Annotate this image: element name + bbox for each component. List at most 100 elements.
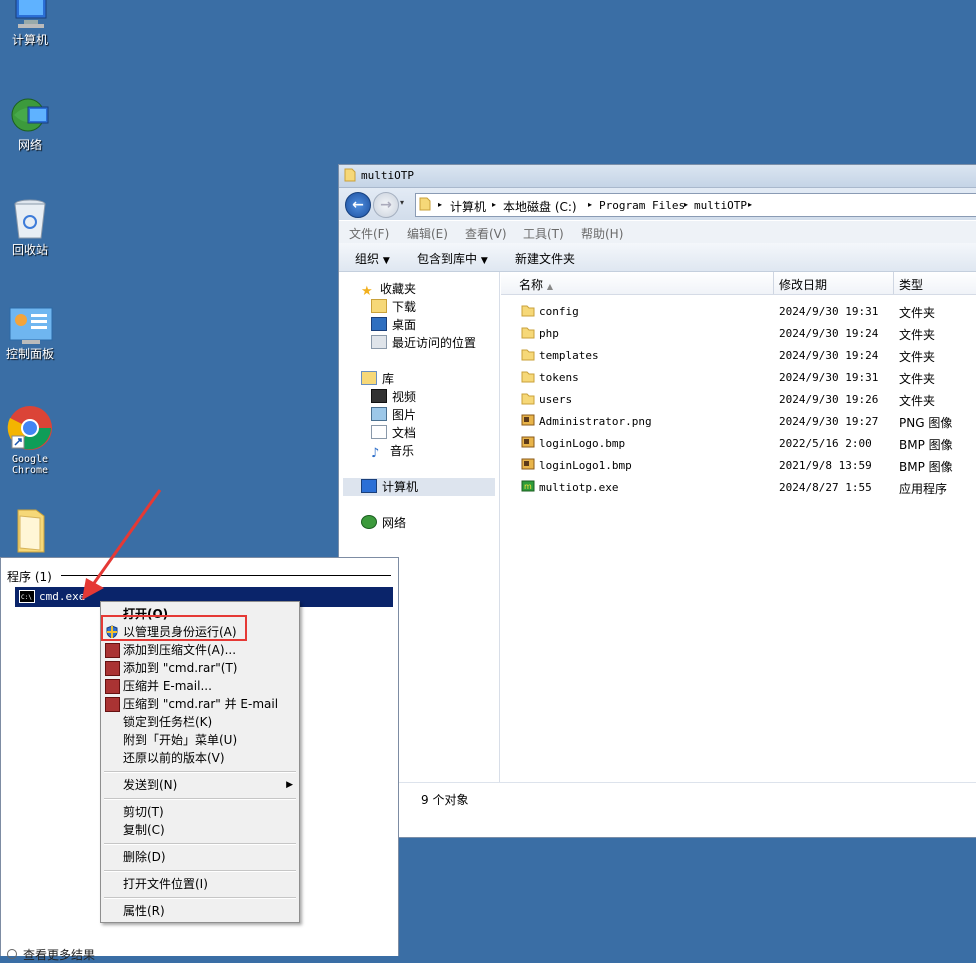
- breadcrumb-multiotp[interactable]: multiOTP: [694, 199, 747, 212]
- file-date: 2024/8/27 1:55: [779, 481, 872, 494]
- chevron-right-icon[interactable]: ▸: [438, 200, 442, 209]
- menu-copy[interactable]: 复制(C): [123, 821, 293, 839]
- chevron-right-icon[interactable]: ▸: [588, 200, 592, 209]
- network-globe-icon: [11, 98, 49, 132]
- chevron-right-icon[interactable]: ▸: [684, 200, 688, 209]
- menu-add-to-archive[interactable]: 添加到压缩文件(A)...: [105, 641, 293, 659]
- context-menu: 打开(O) 以管理员身份运行(A) 添加到压缩文件(A)... 添加到 "cmd…: [100, 601, 300, 923]
- file-type: 文件夹: [899, 328, 936, 342]
- file-row[interactable]: loginLogo1.bmp 2021/9/8 13:59 BMP 图像: [501, 454, 976, 476]
- nav-label: 视频: [392, 390, 417, 404]
- nav-libraries[interactable]: 库: [361, 370, 394, 388]
- menu-pin-to-start[interactable]: 附到「开始」菜单(U): [123, 731, 293, 749]
- menu-help[interactable]: 帮助(H): [581, 225, 623, 242]
- winrar-icon: [105, 643, 120, 658]
- back-button[interactable]: ←: [345, 192, 371, 218]
- nav-computer[interactable]: 计算机: [343, 478, 495, 496]
- nav-videos[interactable]: 视频: [371, 388, 416, 406]
- nav-network[interactable]: 网络: [361, 514, 406, 532]
- address-bar[interactable]: ▸ 计算机 ▸ 本地磁盘 (C:) ▸ Program Files ▸ mult…: [415, 193, 976, 217]
- desktop-icon-folder[interactable]: [0, 506, 60, 556]
- nav-recent-places[interactable]: 最近访问的位置: [371, 334, 476, 352]
- history-dropdown-icon[interactable]: ▾: [400, 198, 404, 207]
- nav-favorites[interactable]: ★ 收藏夹: [361, 280, 416, 299]
- file-row[interactable]: m multiotp.exe 2024/8/27 1:55 应用程序: [501, 476, 976, 498]
- desktop-icon-label: 控制面板: [5, 347, 54, 361]
- address-row: ← → ▾ ▸ 计算机 ▸ 本地磁盘 (C:) ▸ Program Files …: [339, 188, 976, 220]
- highlight-box: [101, 615, 247, 641]
- file-row[interactable]: loginLogo.bmp 2022/5/16 2:00 BMP 图像: [501, 432, 976, 454]
- breadcrumb-computer[interactable]: 计算机: [450, 198, 486, 215]
- organize-button[interactable]: 组织 ▼: [355, 250, 390, 267]
- file-row[interactable]: tokens 2024/9/30 19:31 文件夹: [501, 366, 976, 388]
- sort-up-icon: ▲: [546, 282, 553, 291]
- nav-desktop[interactable]: 桌面: [371, 316, 416, 334]
- menu-cut[interactable]: 剪切(T): [123, 803, 293, 821]
- breadcrumb-program-files[interactable]: Program Files: [599, 199, 685, 212]
- menu-compress-to-cmd-rar-email-label: 压缩到 "cmd.rar" 并 E-mail: [123, 697, 279, 711]
- nav-label: 下载: [392, 300, 417, 314]
- menu-pin-to-taskbar[interactable]: 锁定到任务栏(K): [123, 713, 293, 731]
- menu-tools[interactable]: 工具(T): [523, 225, 564, 242]
- menu-add-to-cmd-rar-label: 添加到 "cmd.rar"(T): [123, 661, 238, 675]
- nav-label: 桌面: [392, 318, 417, 332]
- column-date[interactable]: 修改日期: [779, 276, 827, 293]
- menu-open-file-location[interactable]: 打开文件位置(I): [123, 875, 293, 893]
- menu-edit[interactable]: 编辑(E): [407, 225, 448, 242]
- desktop-icon-recycle-bin[interactable]: 回收站: [0, 198, 60, 257]
- file-row[interactable]: templates 2024/9/30 19:24 文件夹: [501, 344, 976, 366]
- recycle-bin-icon: [14, 199, 46, 239]
- breadcrumb-local-disk[interactable]: 本地磁盘 (C:): [503, 198, 577, 215]
- file-type: 应用程序: [899, 482, 948, 496]
- nav-music[interactable]: ♪ 音乐: [371, 442, 414, 461]
- file-list-pane: 名称 ▲ 修改日期 类型 config 2024/9/30 19:31 文件夹 php…: [501, 272, 976, 782]
- file-row[interactable]: users 2024/9/30 19:26 文件夹: [501, 388, 976, 410]
- desktop-icon-control-panel[interactable]: 控制面板: [0, 306, 60, 361]
- desktop-icon: [371, 317, 387, 331]
- menu-compress-email[interactable]: 压缩并 E-mail...: [105, 677, 293, 695]
- command-bar: 组织 ▼ 包含到库中 ▼ 新建文件夹: [339, 243, 976, 272]
- file-type: 文件夹: [899, 394, 936, 408]
- menu-delete[interactable]: 删除(D): [123, 848, 293, 866]
- pictures-icon: [371, 407, 387, 421]
- menu-compress-to-cmd-rar-email[interactable]: 压缩到 "cmd.rar" 并 E-mail: [105, 695, 293, 713]
- folder-icon: [521, 393, 535, 405]
- file-row[interactable]: php 2024/9/30 19:24 文件夹: [501, 322, 976, 344]
- file-row[interactable]: config 2024/9/30 19:31 文件夹: [501, 300, 976, 322]
- menu-separator: [104, 798, 296, 800]
- file-row[interactable]: Administrator.png 2024/9/30 19:27 PNG 图像: [501, 410, 976, 432]
- chevron-down-icon: ▼: [480, 256, 488, 266]
- folder-icon: [521, 305, 535, 317]
- search-result-label: cmd.exe: [39, 590, 86, 603]
- column-name[interactable]: 名称 ▲: [519, 276, 553, 293]
- file-name: templates: [539, 349, 599, 362]
- menu-add-to-cmd-rar[interactable]: 添加到 "cmd.rar"(T): [105, 659, 293, 677]
- chevron-right-icon[interactable]: ▸: [492, 200, 496, 209]
- column-divider[interactable]: [893, 272, 894, 294]
- file-type: 文件夹: [899, 306, 936, 320]
- explorer-window: multiOTP ← → ▾ ▸ 计算机 ▸ 本地磁盘 (C:) ▸ Progr…: [338, 164, 976, 838]
- menu-send-to[interactable]: 发送到(N) ▶: [123, 776, 293, 794]
- forward-button[interactable]: →: [373, 192, 399, 218]
- nav-downloads[interactable]: 下载: [371, 298, 416, 316]
- column-divider[interactable]: [773, 272, 774, 294]
- nav-pictures[interactable]: 图片: [371, 406, 416, 424]
- title-bar[interactable]: multiOTP: [339, 165, 976, 188]
- desktop-icon-label: 回收站: [11, 243, 48, 257]
- desktop-icon-chrome[interactable]: Google Chrome: [0, 404, 60, 476]
- svg-text:C:\: C:\: [21, 594, 32, 601]
- column-type[interactable]: 类型: [899, 276, 923, 293]
- nav-documents[interactable]: 文档: [371, 424, 416, 442]
- menu-view[interactable]: 查看(V): [465, 225, 507, 242]
- menu-restore-previous[interactable]: 还原以前的版本(V): [123, 749, 293, 767]
- new-folder-button[interactable]: 新建文件夹: [515, 250, 575, 267]
- menu-properties[interactable]: 属性(R): [123, 902, 293, 920]
- image-icon: [521, 436, 535, 448]
- chevron-right-icon[interactable]: ▸: [748, 200, 752, 209]
- desktop-icon-network[interactable]: 网络: [0, 95, 60, 152]
- control-panel-icon: [9, 307, 53, 344]
- folder-icon: [17, 509, 45, 553]
- menu-file[interactable]: 文件(F): [349, 225, 389, 242]
- include-in-library-button[interactable]: 包含到库中 ▼: [417, 250, 488, 267]
- desktop-icon-computer[interactable]: 计算机: [0, 0, 60, 47]
